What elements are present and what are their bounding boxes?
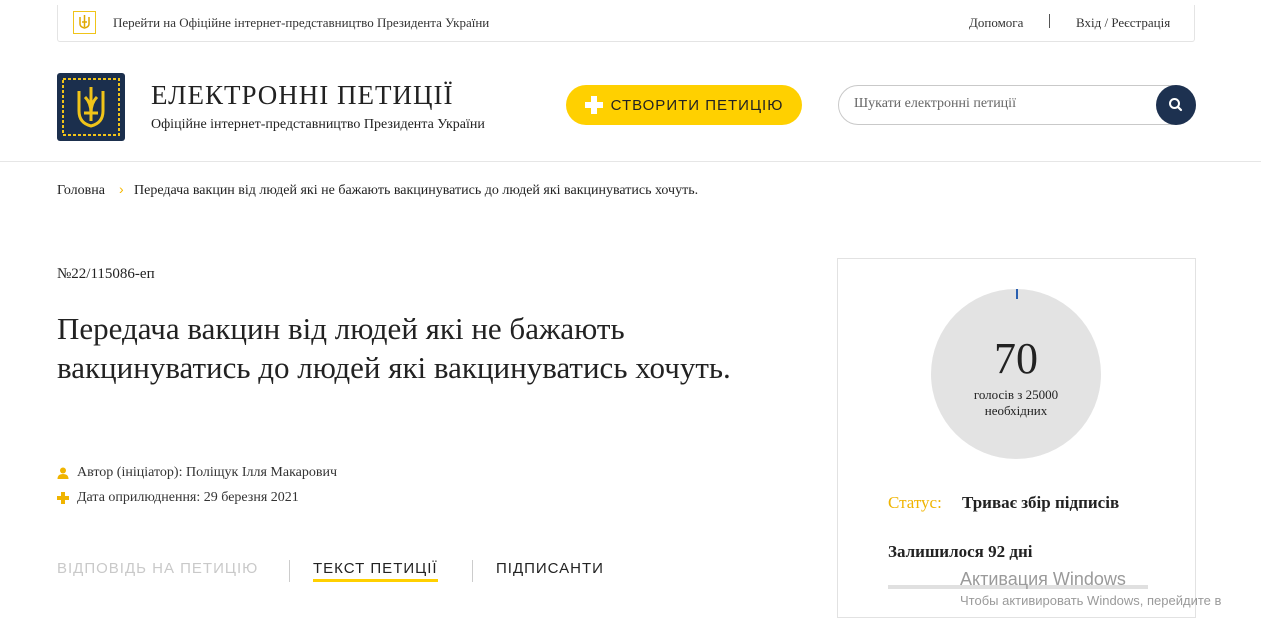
progress-marker bbox=[1016, 289, 1018, 299]
petition-tabs: ВІДПОВІДЬ НА ПЕТИЦІЮ ТЕКСТ ПЕТИЦІЇ ПІДПИ… bbox=[57, 560, 617, 588]
create-petition-button[interactable]: СТВОРИТИ ПЕТИЦІЮ bbox=[566, 85, 802, 125]
tab-divider bbox=[472, 560, 473, 582]
header-divider bbox=[0, 161, 1261, 162]
user-icon bbox=[57, 467, 69, 479]
search-input[interactable] bbox=[854, 96, 1144, 112]
breadcrumb-home[interactable]: Головна bbox=[57, 183, 105, 199]
vote-panel: 70 голосів з 25000 необхідних Статус: Тр… bbox=[837, 258, 1196, 618]
date-row: Дата оприлюднення: 29 березня 2021 bbox=[57, 490, 299, 506]
search-button[interactable] bbox=[1156, 85, 1196, 125]
votes-count: 70 bbox=[994, 334, 1038, 383]
status-label: Статус: bbox=[888, 493, 942, 512]
trident-emblem-icon[interactable] bbox=[57, 73, 125, 141]
plus-icon bbox=[57, 492, 69, 504]
top-bar: Перейти на Офіційне інтернет-представниц… bbox=[57, 5, 1195, 42]
petition-title: Передача вакцин від людей які не бажають… bbox=[57, 311, 731, 385]
login-link[interactable]: Вхід / Реєстрація bbox=[1076, 15, 1170, 31]
author-row: Автор (ініціатор): Поліщук Ілля Макарови… bbox=[57, 465, 337, 481]
help-link[interactable]: Допомога bbox=[969, 15, 1023, 31]
search-icon bbox=[1169, 98, 1183, 112]
tab-signers[interactable]: ПІДПИСАНТИ bbox=[496, 560, 604, 577]
status-value: Триває збір підписів bbox=[962, 493, 1120, 512]
trident-small-icon bbox=[73, 11, 96, 34]
search-box bbox=[838, 85, 1196, 125]
breadcrumb-current: Передача вакцин від людей які не бажають… bbox=[134, 183, 699, 198]
divider bbox=[1049, 14, 1050, 28]
official-site-link[interactable]: Перейти на Офіційне інтернет-представниц… bbox=[113, 15, 489, 31]
site-title[interactable]: ЕЛЕКТРОННІ ПЕТИЦІЇ bbox=[151, 80, 454, 111]
days-left: Залишилося 92 дні bbox=[888, 542, 1033, 561]
author-text: Автор (ініціатор): Поліщук Ілля Макарови… bbox=[77, 465, 338, 480]
site-subtitle: Офіційне інтернет-представництво Президе… bbox=[151, 117, 485, 132]
windows-activation-title: Активация Windows bbox=[960, 569, 1126, 589]
plus-icon bbox=[584, 96, 603, 114]
petition-number: №22/115086-еп bbox=[57, 266, 155, 282]
create-petition-label: СТВОРИТИ ПЕТИЦІЮ bbox=[610, 96, 784, 114]
votes-progress-circle: 70 голосів з 25000 необхідних bbox=[931, 289, 1101, 459]
votes-required: голосів з 25000 необхідних bbox=[973, 387, 1059, 418]
tab-divider bbox=[289, 560, 290, 582]
published-date: Дата оприлюднення: 29 березня 2021 bbox=[77, 490, 299, 505]
tab-answer[interactable]: ВІДПОВІДЬ НА ПЕТИЦІЮ bbox=[57, 560, 258, 577]
tab-text[interactable]: ТЕКСТ ПЕТИЦІЇ bbox=[313, 560, 438, 582]
chevron-right-icon: › bbox=[119, 181, 124, 197]
